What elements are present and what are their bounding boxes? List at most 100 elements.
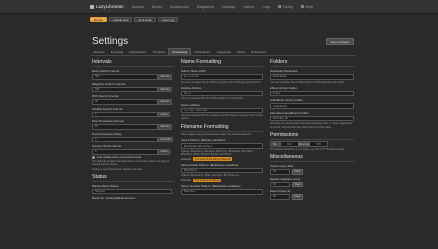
- toolbar: Restart Update Now Shut Down Clear Log: [90, 16, 180, 23]
- permissions-row: File 644 Directory 755: [270, 141, 354, 147]
- save-button[interactable]: Save changes: [326, 38, 354, 45]
- help-icon: [301, 5, 305, 8]
- author-suffix-input[interactable]: jnr, jr, sr, snr: [181, 74, 263, 80]
- postprocessing-input[interactable]: 10: [92, 124, 158, 130]
- postprocessing-label: Post-Processing Interval:: [92, 119, 125, 123]
- unit-addon: Hours: [158, 149, 170, 155]
- brand-label: LazyLibrarian: [96, 4, 124, 9]
- missing-book-label: Missing Book Status:: [92, 183, 119, 188]
- magazine-search-label: Magazine Search Interval:: [92, 81, 126, 86]
- tab-categories[interactable]: Categories: [214, 49, 235, 55]
- backup-input[interactable]: 30: [270, 181, 290, 187]
- unit-addon: Hours: [158, 111, 170, 117]
- name-formatting-column: Name Formatting Author Name suffix: jnr,…: [181, 56, 263, 249]
- alt-dir-input[interactable]: alternate_dir: [270, 115, 354, 122]
- book-search-label: Book Search Interval:: [92, 69, 120, 73]
- series-options: Options: $SerName, $SerNum, $SerType, $F…: [181, 149, 254, 156]
- series-folder-input[interactable]: $SerName: [181, 167, 263, 174]
- series-number-input[interactable]: $SerNum: [181, 189, 263, 195]
- cache-age-label: Cache expiry after:: [270, 164, 295, 168]
- nav-help[interactable]: Help: [301, 5, 313, 9]
- tab-downloaders[interactable]: Downloaders: [126, 49, 150, 55]
- author-suffix-help: Comma separated list of suffixes to igno…: [181, 80, 262, 84]
- calibre-note: Note: Calibre may override chosen folder…: [181, 133, 252, 136]
- shutdown-button[interactable]: Shut Down: [134, 16, 157, 23]
- version-check-input[interactable]: 6: [92, 149, 158, 155]
- cache-age-input[interactable]: 30: [270, 169, 290, 175]
- auto-update-checkbox[interactable]: Auto Update when new version found: [92, 156, 174, 159]
- nav-history[interactable]: History: [243, 5, 254, 9]
- settings-tabs: Interface Importing Downloaders Provider…: [90, 48, 356, 56]
- author-suffix-label: Author Name suffix:: [181, 69, 207, 73]
- articles-label: Definite Articles:: [181, 85, 202, 90]
- folders-header: Folders: [270, 59, 354, 67]
- name-format-header: Name Formatting: [181, 59, 263, 67]
- tab-interface[interactable]: Interface: [90, 49, 108, 55]
- brand[interactable]: LazyLibrarian: [90, 4, 124, 9]
- name-split-label: Name splitting:: [181, 102, 201, 107]
- noshow-label: Books for missing/failed/unknown:: [92, 196, 136, 201]
- permissions-help: Permissions should be 3 or 4 digits, e.g…: [270, 147, 345, 151]
- folders-column: Folders Download Directories: Downloads …: [270, 56, 354, 249]
- alt-dir-help: Directory for scanning and manually impo…: [270, 122, 353, 129]
- unit-addon: Minutes: [158, 124, 173, 130]
- nav-books[interactable]: Books: [152, 5, 162, 9]
- series-pattern-input[interactable]: $FullSeries $SeriesNum: [181, 143, 263, 149]
- audio-dir-input[interactable]: Audiobooks: [270, 103, 354, 109]
- series-folder-example: Example: The Lord of the Rings: [181, 178, 222, 183]
- series-number-label: Series Number Pattern: ($FileName variab…: [181, 184, 242, 189]
- nav-audiobooks[interactable]: Audiobooks: [170, 5, 189, 9]
- misc-header: Miscellaneous: [270, 154, 354, 162]
- tab-providers[interactable]: Providers: [150, 49, 169, 55]
- alt-dir-label: Alternate Import/Export Folder:: [270, 110, 310, 115]
- page-title: Settings: [92, 36, 129, 47]
- series-folder-options: Options: $SerName, $Title, $SerType, $S,…: [181, 174, 240, 178]
- gear-icon: [278, 5, 282, 8]
- unit-addon: Minutes: [158, 99, 173, 105]
- nav-magazines[interactable]: Magazines: [197, 5, 214, 9]
- clear-log-button[interactable]: Clear Log: [158, 16, 179, 23]
- articles-input[interactable]: the, a: [181, 90, 263, 97]
- magazine-search-input[interactable]: 360: [92, 86, 158, 92]
- nav-logs[interactable]: Logs: [262, 5, 270, 9]
- logo-icon: [90, 4, 94, 9]
- checkbox-box[interactable]: [92, 156, 95, 159]
- dir-perm-input[interactable]: 755: [309, 141, 328, 147]
- audio-dir-label: AudioBook Library Folder:: [270, 98, 304, 103]
- rss-search-input[interactable]: 20: [92, 99, 158, 105]
- cache-age-unit: Days: [291, 169, 304, 175]
- tab-processing[interactable]: Processing: [168, 48, 192, 55]
- intervals-header: Intervals: [92, 59, 174, 67]
- keep-days-input[interactable]: 30: [270, 194, 290, 200]
- unit-addon: Minutes: [158, 74, 173, 80]
- nav-authors[interactable]: Authors: [132, 5, 144, 9]
- dir-perm-label: Directory: [298, 141, 310, 147]
- series-pattern-label: Series Pattern: ($Series variables):: [181, 138, 226, 143]
- example-badge: The Lord of the Rings: [193, 178, 222, 183]
- nav-manage[interactable]: Manage: [222, 5, 235, 9]
- file-perm-input[interactable]: 644: [280, 141, 299, 147]
- ebook-dir-input[interactable]: books: [270, 90, 354, 97]
- unit-addon: Minutes: [158, 86, 173, 92]
- articles-help: Comma separated list of definite article…: [181, 97, 244, 101]
- filename-format-header: Filename Formatting: [181, 124, 263, 132]
- book-search-input[interactable]: 360: [92, 74, 158, 80]
- missing-book-select[interactable]: Skipped: [92, 188, 172, 195]
- name-split-input[interactable]: e.g. Ken, John, Kat: [181, 107, 263, 113]
- zero-interval-help: Setting a zero interval turns disables t…: [92, 167, 143, 171]
- update-now-button[interactable]: Update Now: [109, 16, 133, 23]
- nav-config[interactable]: Config: [278, 5, 293, 9]
- wishlist-search-input[interactable]: 6: [92, 111, 158, 117]
- preprocessing-input[interactable]: 0: [92, 136, 158, 142]
- download-dir-input[interactable]: Downloads: [270, 74, 354, 80]
- preprocessing-label: Post Processing Delay:: [92, 131, 122, 136]
- wishlist-search-label: Wishlist Search Interval:: [92, 106, 124, 111]
- tab-importing[interactable]: Importing: [108, 49, 127, 55]
- tab-extensions[interactable]: Extensions: [248, 49, 269, 55]
- restart-button[interactable]: Restart: [90, 16, 108, 23]
- series-folder-label: Series Folder Pattern: ($FileName variab…: [181, 162, 239, 167]
- tab-filters[interactable]: Filters: [234, 49, 248, 55]
- unit-addon: Seconds: [158, 136, 174, 142]
- file-perm-label: File: [270, 141, 280, 147]
- tab-notifications[interactable]: Notifications: [191, 49, 213, 55]
